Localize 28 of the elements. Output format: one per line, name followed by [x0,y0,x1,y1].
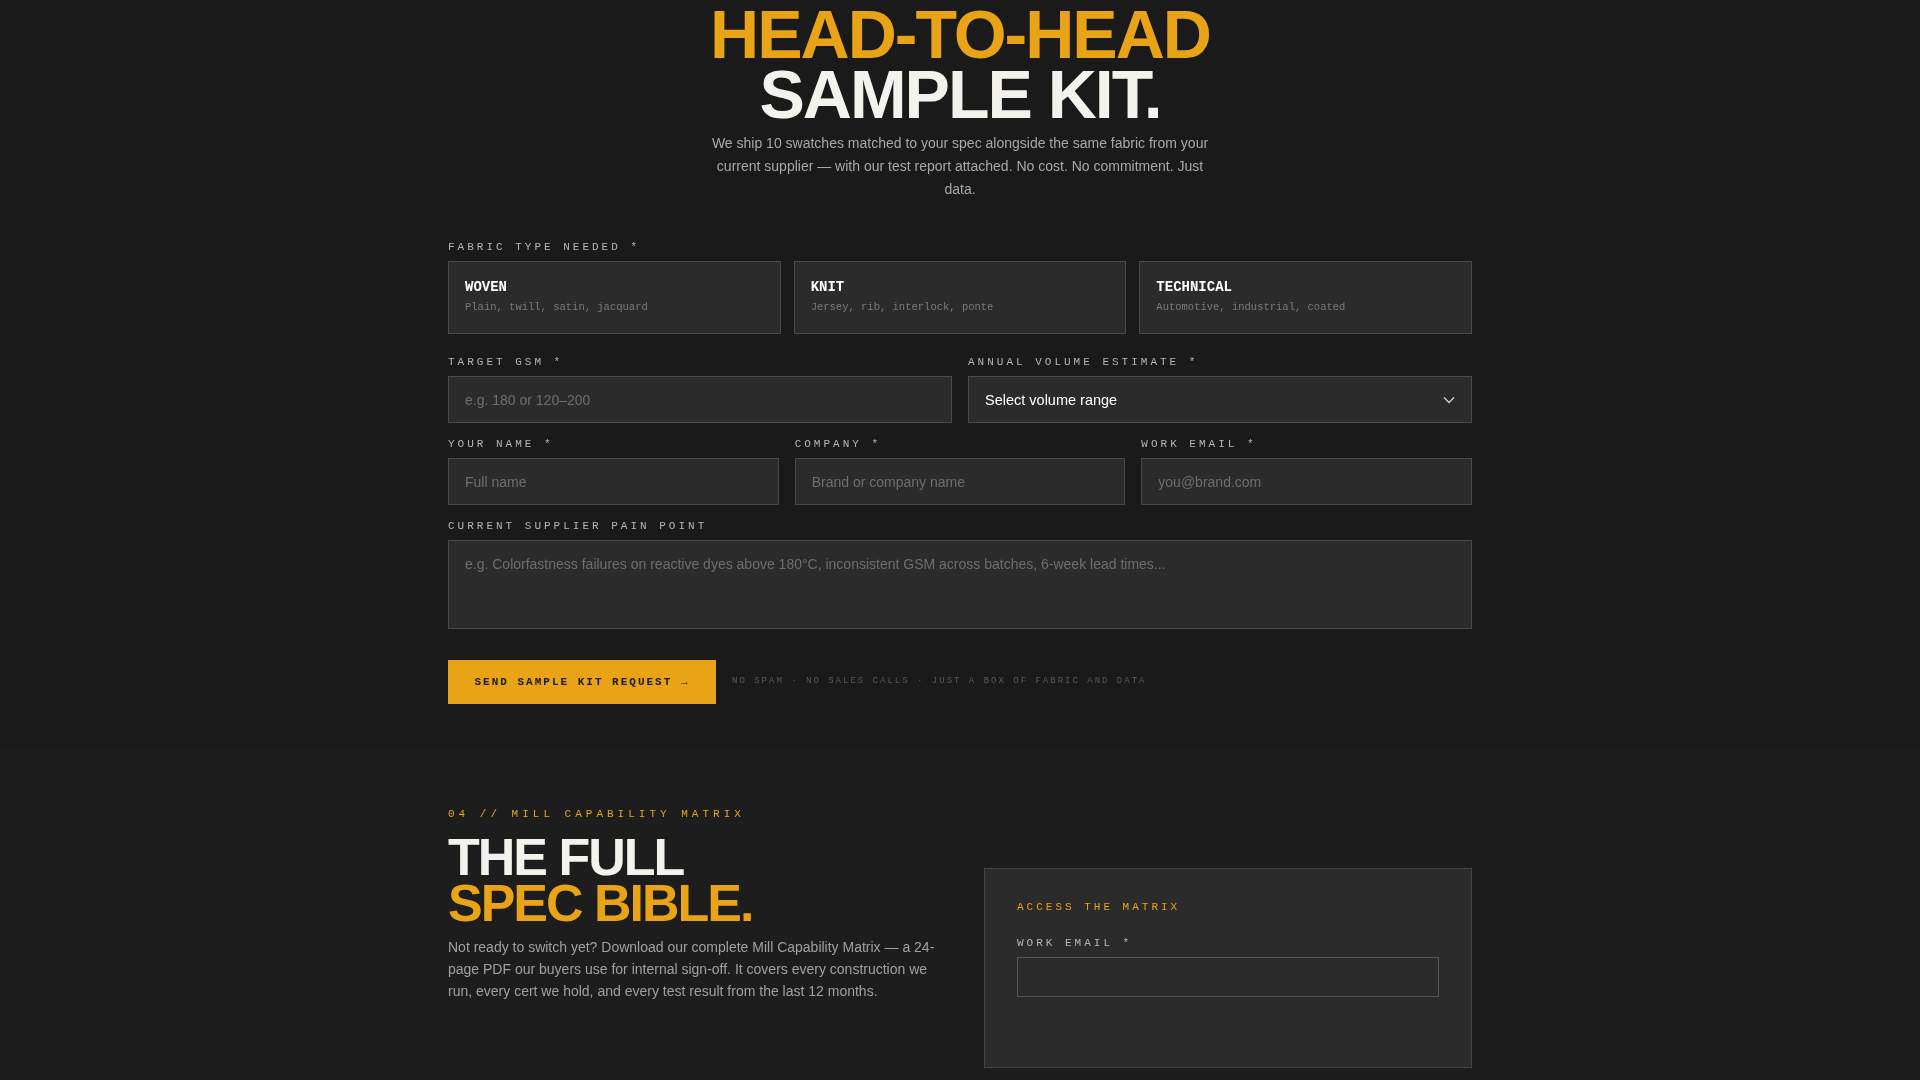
section-heading: SPEC BIBLE. [448,880,753,926]
field-label: CURRENT SUPPLIER PAIN POINT [448,520,708,532]
section-heading: THE FULL [448,834,684,880]
field-label: TARGET GSM * [448,356,564,368]
pain-point-text-area[interactable]: e.g. Colorfastness failures on reactive dyes above 180°C, inconsistent GSM across batches, 6-week lead times... [448,540,1472,629]
field-label: FABRIC TYPE NEEDED * [448,241,641,253]
field-label: WORK EMAIL * [1017,937,1133,949]
section-description: Not ready to switch yet? Download our complete Mill Capability Matrix — a 24-page PDF our buyers use for internal sign-off. It covers every construction we run, every cert we hold, and every test result from the last 12 months. [448,938,936,1001]
headline: HEAD-TO-HEAD [710,4,1210,64]
headline: SAMPLE KIT. [759,64,1161,124]
email-input-field[interactable] [1017,957,1439,997]
field-label: ANNUAL VOLUME ESTIMATE * [968,356,1199,368]
intro-text: We ship 10 swatches matched to your spec alongside the same fabric from your current supplier — with our test report attached. No cost. No commitment. Just data. [710,134,1210,199]
section-eyebrow: 04 // MILL CAPABILITY MATRIX [448,808,745,820]
field-label: COMPANY * [794,438,882,450]
text-input-field[interactable]: Full name [448,458,779,505]
gsm-input-field[interactable]: e.g. 180 or 120–200 [448,376,952,423]
fabric-type-option[interactable]: TECHNICAL Automotive, industrial, coated [1139,261,1472,334]
text-input-field[interactable]: you@brand.com [1141,458,1472,505]
fabric-type-option[interactable]: WOVEN Plain, twill, satin, jacquard [448,261,781,334]
field-label: YOUR NAME * [448,438,554,450]
submit-button[interactable]: SEND SAMPLE KIT REQUEST → [448,660,716,704]
text-input-field[interactable]: Brand or company name [794,458,1126,505]
card-heading: ACCESS THE MATRIX [1017,901,1181,913]
volume-select[interactable]: Select volume range [968,376,1472,423]
chevron-down-icon [1443,395,1455,404]
field-label: WORK EMAIL * [1141,438,1257,450]
fabric-type-option[interactable]: KNIT Jersey, rib, interlock, ponte [793,261,1127,334]
